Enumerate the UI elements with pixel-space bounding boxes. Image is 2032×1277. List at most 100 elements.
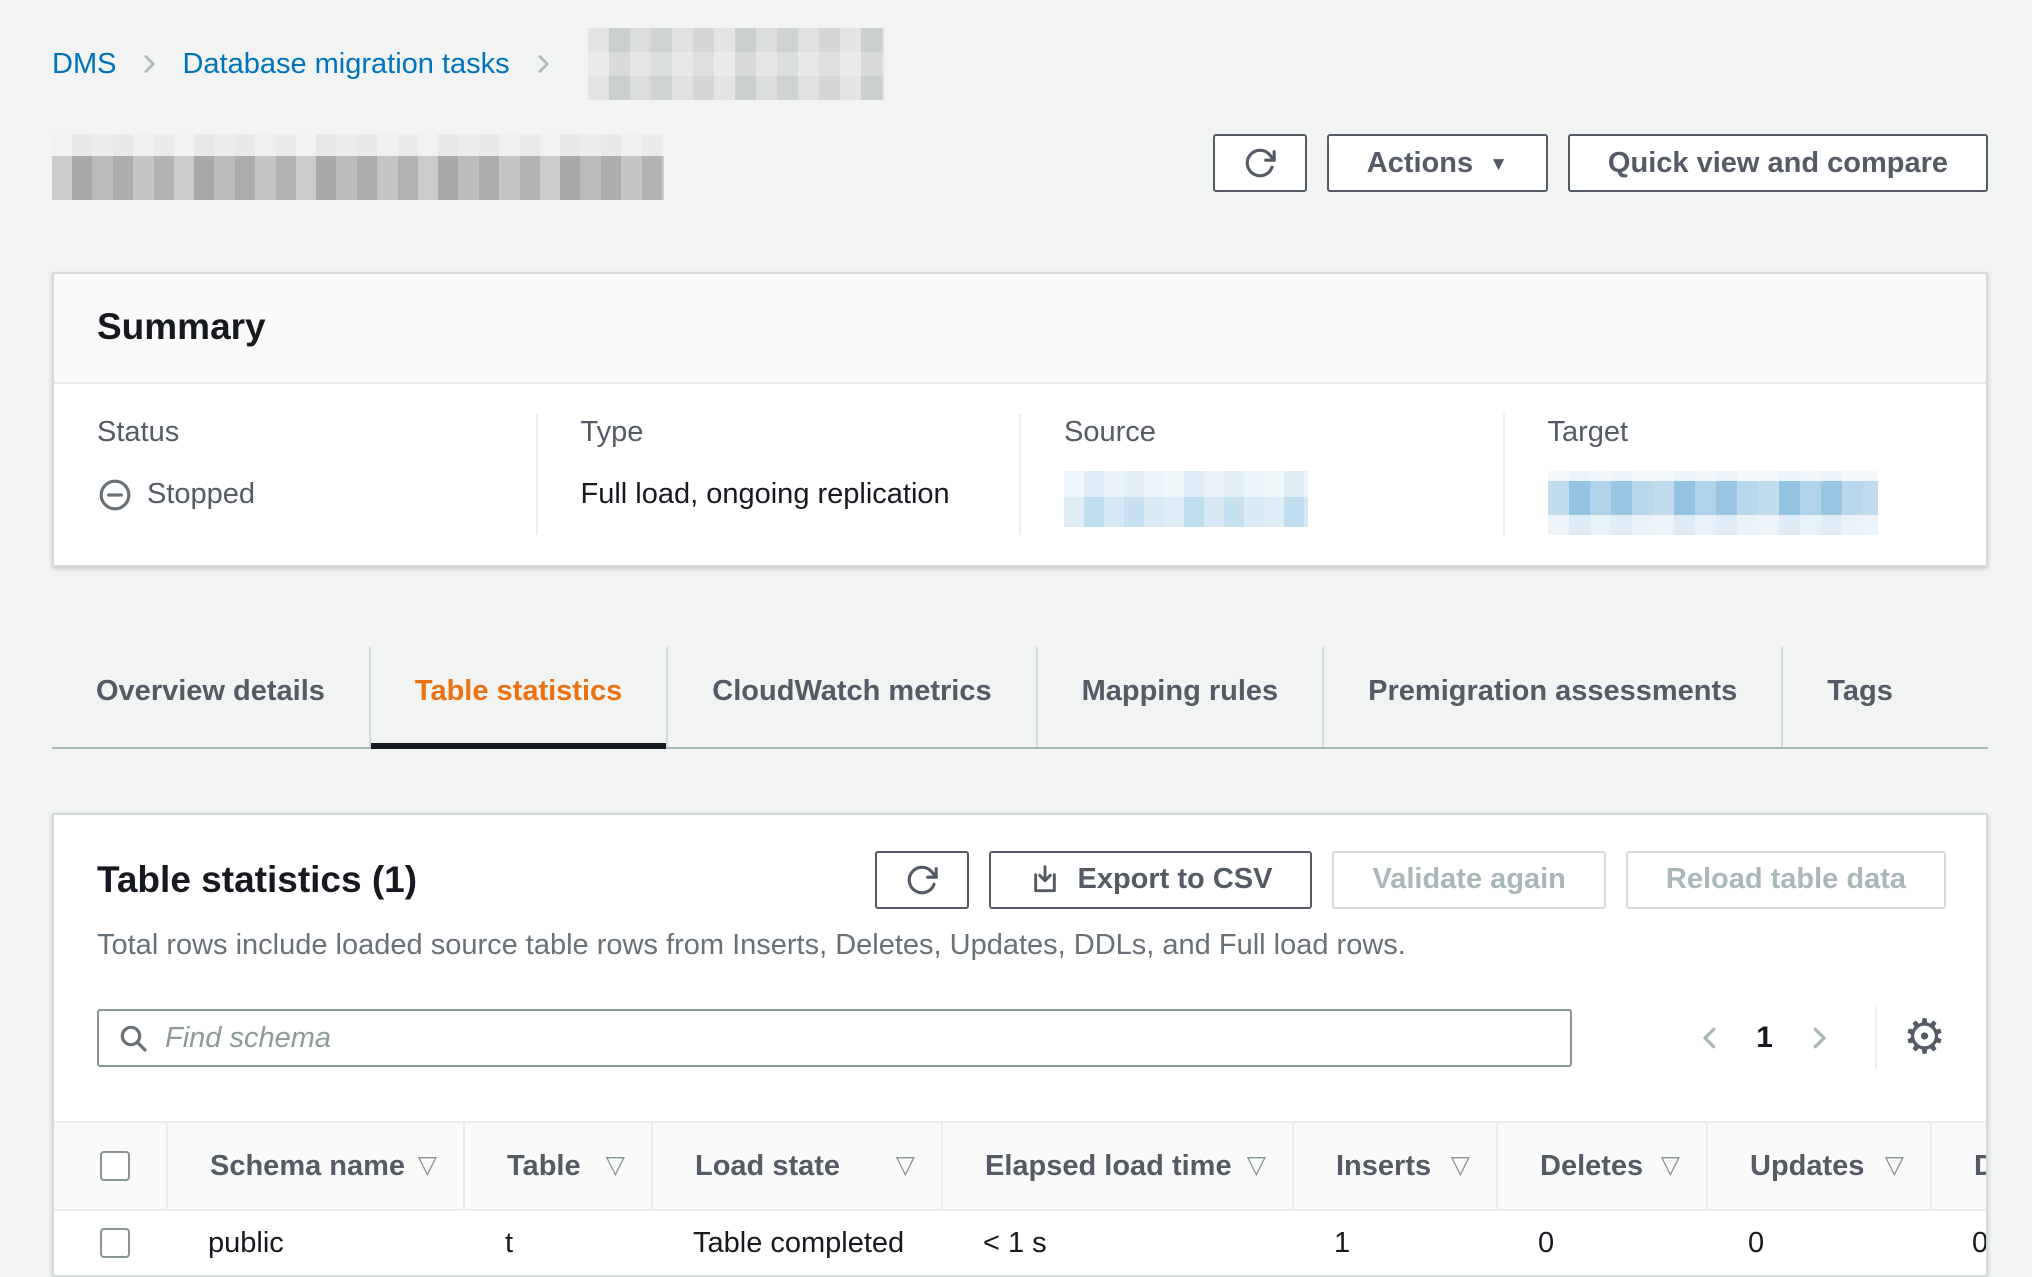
table-controls: 1 ⚙: [54, 963, 1986, 1069]
sort-icon: ▽: [1451, 1150, 1470, 1181]
refresh-icon: [905, 863, 939, 897]
divider: [1875, 1007, 1877, 1069]
cell-load-state: Table completed: [651, 1225, 941, 1261]
tab-premigration-assessments[interactable]: Premigration assessments: [1322, 647, 1781, 747]
quick-view-compare-button[interactable]: Quick view and compare: [1568, 134, 1988, 192]
tab-tags[interactable]: Tags: [1781, 647, 1937, 747]
column-header-deletes[interactable]: Deletes ▽: [1496, 1123, 1706, 1209]
task-detail-tabs: Overview details Table statistics CloudW…: [52, 647, 1988, 749]
column-label: DDLs: [1974, 1148, 1988, 1184]
source-label: Source: [1064, 414, 1473, 450]
type-value: Full load, ongoing replication: [581, 471, 990, 519]
redacted-page-title: [52, 134, 664, 200]
summary-field-target: Target: [1503, 414, 1987, 534]
actions-button[interactable]: Actions ▼: [1327, 134, 1548, 192]
refresh-icon: [1243, 146, 1277, 180]
table-statistics-title: Table statistics (1): [97, 857, 417, 903]
stopped-icon: [97, 477, 133, 513]
cell-elapsed-load-time: < 1 s: [941, 1225, 1292, 1261]
tab-table-statistics[interactable]: Table statistics: [369, 647, 666, 747]
tab-cloudwatch-metrics[interactable]: CloudWatch metrics: [666, 647, 1035, 747]
chevron-right-icon: [136, 51, 162, 77]
gear-icon: ⚙: [1903, 1011, 1946, 1064]
chevron-right-icon: [530, 51, 556, 77]
breadcrumb: DMS Database migration tasks: [52, 42, 1988, 86]
summary-field-type: Type Full load, ongoing replication: [536, 414, 1020, 534]
quick-view-compare-label: Quick view and compare: [1608, 147, 1948, 180]
status-value: Stopped: [97, 471, 506, 519]
search-icon: [117, 1022, 149, 1054]
summary-title: Summary: [54, 274, 1986, 384]
pagination: 1 ⚙: [1688, 1007, 1946, 1069]
stats-table: Schema name ▽ Table ▽ Load state ▽ Elaps…: [54, 1121, 1988, 1275]
actions-button-label: Actions: [1367, 147, 1473, 180]
column-header-load-state[interactable]: Load state ▽: [651, 1123, 941, 1209]
sort-icon: ▽: [1661, 1150, 1680, 1181]
sort-icon: ▽: [606, 1150, 625, 1181]
table-statistics-buttons: Export to CSV Validate again Reload tabl…: [875, 851, 1946, 909]
summary-body: Status Stopped Type Full load, ongoing r…: [54, 384, 1986, 564]
type-label: Type: [581, 414, 990, 450]
column-header-table[interactable]: Table ▽: [463, 1123, 651, 1209]
cell-deletes: 0: [1496, 1225, 1706, 1261]
summary-panel: Summary Status Stopped Type Full load, o…: [52, 272, 1988, 567]
table-row: public t Table completed < 1 s 1 0 0 0: [54, 1211, 1988, 1275]
cell-schema-name: public: [166, 1225, 463, 1261]
table-refresh-button[interactable]: [875, 851, 969, 909]
table-header-row: Schema name ▽ Table ▽ Load state ▽ Elaps…: [54, 1123, 1988, 1211]
column-header-elapsed-load-time[interactable]: Elapsed load time ▽: [941, 1123, 1292, 1209]
column-header-inserts[interactable]: Inserts ▽: [1292, 1123, 1496, 1209]
redacted-breadcrumb-task-name: [588, 28, 884, 100]
schema-search-input[interactable]: [97, 1009, 1572, 1067]
column-label: Elapsed load time: [985, 1148, 1232, 1184]
column-label: Table: [507, 1148, 581, 1184]
breadcrumb-link-database-migration-tasks[interactable]: Database migration tasks: [182, 46, 509, 82]
reload-table-data-button[interactable]: Reload table data: [1626, 851, 1946, 909]
refresh-button[interactable]: [1213, 134, 1307, 192]
column-label: Deletes: [1540, 1148, 1643, 1184]
dms-task-page: DMS Database migration tasks Actions ▼ Q…: [0, 0, 2032, 1277]
sort-icon: ▽: [1247, 1150, 1266, 1181]
summary-field-source: Source: [1019, 414, 1503, 534]
tab-overview-details[interactable]: Overview details: [52, 647, 369, 747]
cell-table: t: [463, 1225, 651, 1261]
page-header-actions: Actions ▼ Quick view and compare: [1213, 134, 1988, 192]
validate-again-label: Validate again: [1372, 863, 1565, 896]
source-value: [1064, 471, 1473, 527]
chevron-left-icon: [1695, 1023, 1725, 1053]
export-csv-button[interactable]: Export to CSV: [989, 851, 1312, 909]
row-select-cell: [54, 1228, 166, 1258]
sort-icon: ▽: [418, 1150, 437, 1181]
column-header-updates[interactable]: Updates ▽: [1706, 1123, 1930, 1209]
current-page[interactable]: 1: [1756, 1019, 1773, 1057]
status-value-text: Stopped: [147, 476, 255, 512]
reload-table-data-label: Reload table data: [1666, 863, 1906, 896]
sort-icon: ▽: [896, 1150, 915, 1181]
chevron-right-icon: [1804, 1023, 1834, 1053]
column-header-ddls[interactable]: DDLs ▽: [1930, 1123, 1988, 1209]
column-label: Updates: [1750, 1148, 1864, 1184]
sort-icon: ▽: [1885, 1150, 1904, 1181]
preferences-button[interactable]: ⚙: [1903, 1014, 1946, 1062]
cell-ddls: 0: [1930, 1225, 1988, 1261]
next-page-button[interactable]: [1797, 1016, 1841, 1060]
export-csv-label: Export to CSV: [1077, 863, 1272, 896]
schema-search: [97, 1009, 1572, 1067]
column-label: Schema name: [210, 1148, 405, 1184]
target-value: [1548, 471, 1957, 535]
target-label: Target: [1548, 414, 1957, 450]
tab-mapping-rules[interactable]: Mapping rules: [1036, 647, 1323, 747]
redacted-target-value: [1548, 471, 1878, 535]
status-label: Status: [97, 414, 506, 450]
table-statistics-header: Table statistics (1) Export to CSV Valid…: [54, 815, 1986, 909]
row-checkbox[interactable]: [100, 1228, 130, 1258]
breadcrumb-link-dms[interactable]: DMS: [52, 46, 116, 82]
select-all-checkbox[interactable]: [100, 1151, 130, 1181]
column-label: Load state: [695, 1148, 840, 1184]
prev-page-button[interactable]: [1688, 1016, 1732, 1060]
table-statistics-description: Total rows include loaded source table r…: [54, 909, 1986, 963]
validate-again-button[interactable]: Validate again: [1332, 851, 1605, 909]
column-header-schema-name[interactable]: Schema name ▽: [166, 1123, 463, 1209]
download-icon: [1029, 864, 1061, 896]
select-all-cell: [54, 1123, 166, 1209]
